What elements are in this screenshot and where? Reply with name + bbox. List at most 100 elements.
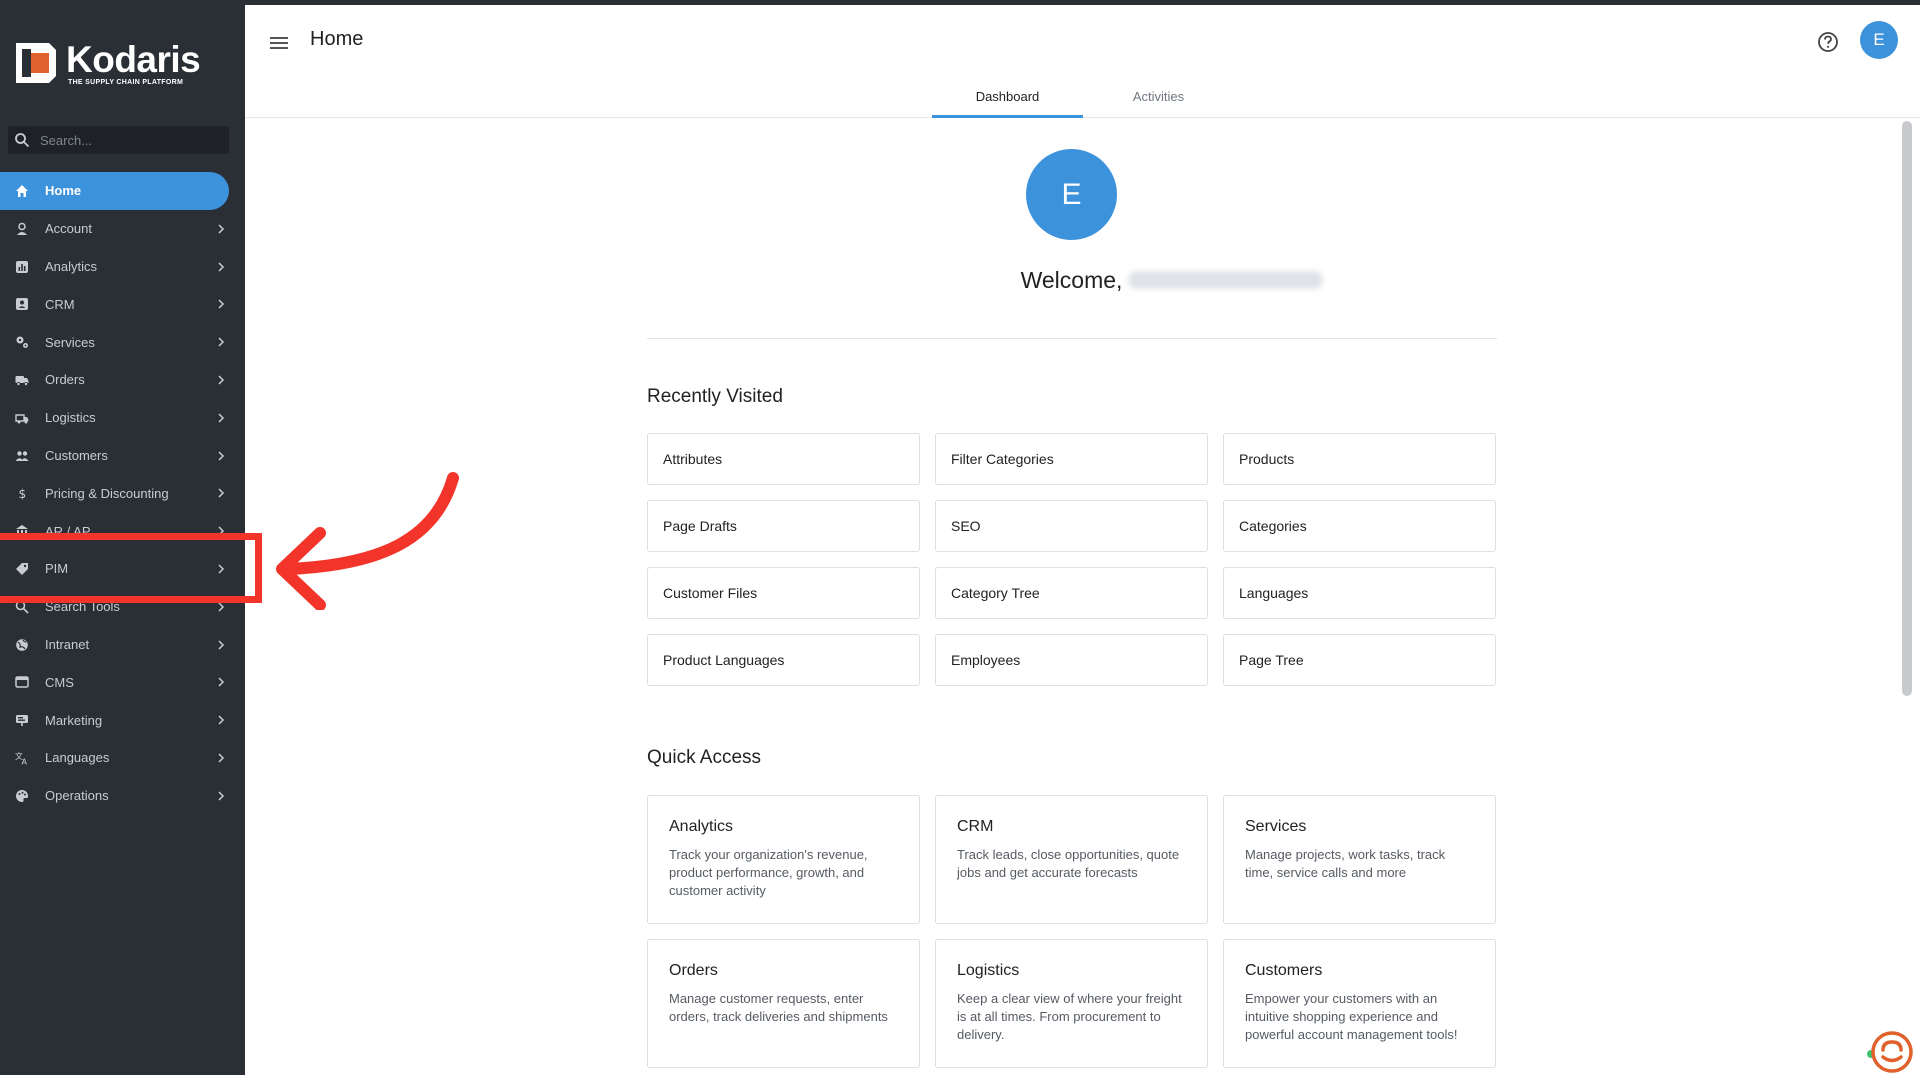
- scrollbar-thumb[interactable]: [1902, 121, 1912, 696]
- brand-name: Kodaris: [66, 39, 201, 80]
- person-icon: [17, 222, 27, 235]
- user-avatar[interactable]: E: [1860, 21, 1898, 59]
- truck-icon: [15, 375, 29, 386]
- chat-support-icon[interactable]: [1870, 1030, 1914, 1074]
- card-title: Services: [1245, 818, 1307, 835]
- vertical-scrollbar[interactable]: [1900, 119, 1914, 1072]
- chevron-right-icon: [218, 375, 225, 385]
- card-description: Keep a clear view of where your freight …: [957, 991, 1182, 1042]
- search-input[interactable]: [40, 126, 220, 154]
- sidebar-item-label: Services: [45, 334, 95, 350]
- shipping-icon: [15, 414, 29, 424]
- recently-visited-title: Recently Visited: [647, 386, 783, 407]
- sidebar-item-services[interactable]: Services: [0, 323, 245, 361]
- sidebar-item-label: Orders: [45, 372, 85, 388]
- sidebar-item-crm[interactable]: CRM: [0, 285, 245, 323]
- svg-text:A: A: [22, 757, 28, 765]
- sidebar-item-operations[interactable]: Operations: [0, 777, 245, 815]
- quick-access-card-logistics[interactable]: Logistics Keep a clear view of where you…: [935, 939, 1208, 1068]
- gears-icon: [16, 336, 28, 349]
- sidebar-item-label: Marketing: [45, 712, 103, 728]
- chevron-right-icon: [218, 488, 225, 498]
- card-description: Track leads, close opportunities, quote …: [957, 847, 1180, 880]
- window-top-strip: [0, 0, 1920, 5]
- chevron-right-icon: [218, 262, 225, 272]
- home-icon: [16, 185, 28, 197]
- recent-link-page-drafts[interactable]: Page Drafts: [647, 500, 920, 552]
- sidebar-nav: Home Account Analytics CRM Services Orde…: [0, 172, 245, 815]
- tab-activities[interactable]: Activities: [1083, 75, 1234, 118]
- sidebar-item-home[interactable]: Home: [0, 172, 229, 210]
- help-icon[interactable]: [1817, 31, 1839, 53]
- sidebar-item-label: Home: [45, 183, 82, 199]
- sidebar-item-customers[interactable]: Customers: [0, 437, 245, 475]
- welcome-message: Welcome,: [922, 265, 1422, 295]
- quick-access-card-services[interactable]: Services Manage projects, work tasks, tr…: [1223, 795, 1496, 924]
- chevron-right-icon: [218, 337, 225, 347]
- quick-access-card-customers[interactable]: Customers Empower your customers with an…: [1223, 939, 1496, 1068]
- chevron-right-icon: [218, 677, 225, 687]
- card-title: Logistics: [957, 962, 1020, 979]
- sidebar-item-label: Analytics: [45, 258, 98, 274]
- translate-icon: 文A: [15, 751, 28, 765]
- dollar-icon: $: [19, 487, 27, 500]
- recent-link-languages[interactable]: Languages: [1223, 567, 1496, 619]
- annotation-arrow-icon: [276, 472, 459, 610]
- kodaris-logo-mark: [16, 43, 56, 83]
- recent-link-page-tree[interactable]: Page Tree: [1223, 634, 1496, 686]
- billboard-icon: [16, 715, 28, 727]
- quick-access-grid: Analytics Track your organization's reve…: [647, 795, 1497, 1068]
- recent-link-employees[interactable]: Employees: [935, 634, 1208, 686]
- sidebar-item-pricing-discounting[interactable]: $ Pricing & Discounting: [0, 474, 245, 512]
- quick-access-card-orders[interactable]: Orders Manage customer requests, enter o…: [647, 939, 920, 1068]
- card-title: Analytics: [669, 818, 734, 835]
- palette-icon: [16, 789, 28, 802]
- sidebar-item-marketing[interactable]: Marketing: [0, 701, 245, 739]
- sidebar-item-label: Logistics: [45, 410, 96, 426]
- chevron-right-icon: [218, 791, 225, 801]
- recent-link-attributes[interactable]: Attributes: [647, 433, 920, 485]
- sidebar-item-label: Customers: [45, 447, 108, 463]
- redacted-email: [1128, 271, 1324, 289]
- quick-access-card-analytics[interactable]: Analytics Track your organization's reve…: [647, 795, 920, 924]
- card-title: Orders: [669, 962, 718, 979]
- recent-link-products[interactable]: Products: [1223, 433, 1496, 485]
- sidebar-item-label: Operations: [45, 788, 109, 804]
- sidebar-item-intranet[interactable]: Intranet: [0, 626, 245, 664]
- chevron-right-icon: [218, 715, 225, 725]
- tab-dashboard[interactable]: Dashboard: [932, 75, 1083, 118]
- sidebar-item-account[interactable]: Account: [0, 210, 245, 248]
- recent-link-customer-files[interactable]: Customer Files: [647, 567, 920, 619]
- sidebar-item-label: Account: [45, 221, 92, 237]
- card-description: Manage customer requests, enter orders, …: [669, 991, 888, 1024]
- sidebar-item-logistics[interactable]: Logistics: [0, 399, 245, 437]
- recent-link-filter-categories[interactable]: Filter Categories: [935, 433, 1208, 485]
- hamburger-menu-icon[interactable]: [269, 34, 289, 52]
- chevron-right-icon: [218, 640, 225, 650]
- recently-visited-grid: Attributes Filter Categories Products Pa…: [647, 433, 1497, 686]
- welcome-text: Welcome,: [1020, 266, 1123, 293]
- sidebar-item-label: Languages: [45, 750, 110, 766]
- top-header: Home E Dashboard Activities: [245, 5, 1920, 118]
- kodaris-logo[interactable]: Kodaris THE SUPPLY CHAIN PLATFORM: [16, 39, 216, 89]
- chevron-right-icon: [218, 299, 225, 309]
- quick-access-title: Quick Access: [647, 747, 762, 768]
- recent-link-seo[interactable]: SEO: [935, 500, 1208, 552]
- recent-link-categories[interactable]: Categories: [1223, 500, 1496, 552]
- divider: [647, 338, 1497, 339]
- chevron-right-icon: [218, 413, 225, 423]
- sidebar-item-label: CMS: [45, 674, 74, 690]
- search-icon: [15, 133, 30, 148]
- recent-link-product-languages[interactable]: Product Languages: [647, 634, 920, 686]
- sidebar-item-analytics[interactable]: Analytics: [0, 248, 245, 286]
- sidebar-item-languages[interactable]: 文A Languages: [0, 739, 245, 777]
- quick-access-card-crm[interactable]: CRM Track leads, close opportunities, qu…: [935, 795, 1208, 924]
- card-title: CRM: [957, 818, 994, 835]
- sidebar-item-cms[interactable]: CMS: [0, 663, 245, 701]
- dashboard-main: E Welcome, Recently Visited Attributes F…: [245, 119, 1900, 1080]
- recent-link-category-tree[interactable]: Category Tree: [935, 567, 1208, 619]
- globe-icon: [16, 638, 28, 651]
- sidebar-item-orders[interactable]: Orders: [0, 361, 245, 399]
- card-description: Empower your customers with an intuitive…: [1245, 991, 1458, 1042]
- card-description: Manage projects, work tasks, track time,…: [1245, 847, 1446, 880]
